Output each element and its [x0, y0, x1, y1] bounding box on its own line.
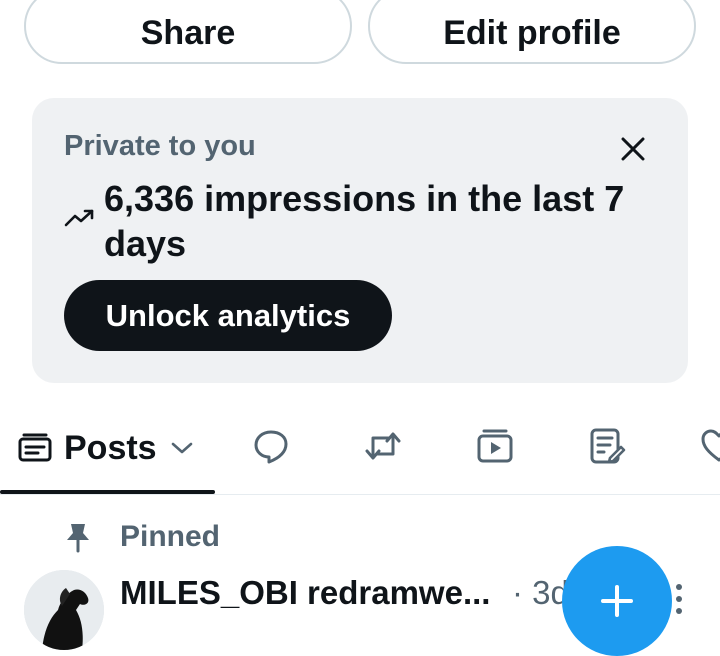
plus-icon [601, 585, 633, 617]
private-label: Private to you [64, 130, 256, 162]
tab-posts[interactable]: Posts [18, 428, 193, 468]
reply-icon[interactable] [252, 427, 290, 465]
analytics-card: Private to you 6,336 impressions in the … [32, 98, 688, 383]
unlock-analytics-button[interactable]: Unlock analytics [64, 280, 392, 351]
active-tab-indicator [0, 490, 215, 494]
share-button-label: Share [140, 13, 236, 52]
edit-profile-button[interactable]: Edit profile [368, 0, 696, 64]
avatar[interactable] [24, 570, 104, 650]
close-icon[interactable] [618, 134, 648, 164]
pin-icon [67, 524, 89, 553]
tab-posts-label: Posts [64, 428, 157, 467]
impressions-text: 6,336 impressions in the last 7 days [104, 178, 625, 264]
heart-icon[interactable] [700, 427, 720, 465]
trending-up-icon [64, 209, 94, 227]
post-author[interactable]: MILES_OBI redramwe... [120, 574, 490, 612]
horse-avatar-image [24, 570, 104, 650]
unlock-analytics-label: Unlock analytics [105, 297, 351, 333]
more-options-icon[interactable] [674, 582, 684, 616]
compose-post-button[interactable] [562, 546, 672, 656]
pinned-indicator: Pinned [64, 520, 220, 554]
pinned-label: Pinned [120, 520, 221, 553]
repost-icon[interactable] [364, 427, 402, 465]
edit-profile-button-label: Edit profile [443, 13, 621, 52]
posts-icon [18, 433, 52, 462]
articles-icon[interactable] [588, 427, 626, 465]
post-time: · 3d [512, 574, 569, 611]
chevron-down-icon[interactable] [171, 441, 193, 455]
video-icon[interactable] [476, 427, 514, 465]
share-button[interactable]: Share [24, 0, 352, 64]
